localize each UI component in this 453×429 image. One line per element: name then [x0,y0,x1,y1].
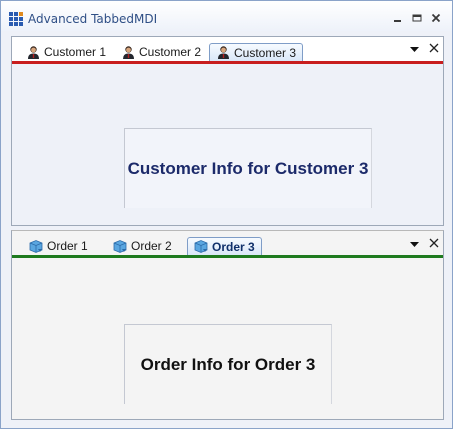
title-bar[interactable]: Advanced TabbedMDI [1,1,452,31]
tab-customer-1[interactable]: Customer 1 [26,43,106,61]
customer-icon [123,45,134,59]
tab-label: Order 1 [47,239,88,253]
order-icon [194,240,208,253]
app-window: Advanced TabbedMDI Customer 1 Customer 2… [0,0,453,429]
close-icon [429,238,439,248]
tab-order-2[interactable]: Order 2 [113,237,172,255]
customer-tabstrip: Customer 1 Customer 2 Customer 3 [12,37,443,64]
tab-order-1[interactable]: Order 1 [29,237,88,255]
order-tabstrip: Order 1 Order 2 Order 3 [12,231,443,258]
customer-icon [28,45,39,59]
tabstrip-accent-line [12,61,443,64]
close-tab-button[interactable] [428,42,440,54]
tab-label: Customer 3 [234,45,297,60]
close-button[interactable] [429,11,443,25]
tabstrip-accent-line [12,255,443,258]
tab-customer-3[interactable]: Customer 3 [209,43,304,61]
customer-pane: Customer 1 Customer 2 Customer 3 Custome… [11,36,444,226]
customer-icon [218,46,229,59]
tab-label: Customer 1 [44,45,107,59]
app-grid-icon [9,12,23,26]
minimize-button[interactable] [391,11,405,25]
maximize-icon [412,14,422,22]
tab-label: Order 3 [212,239,255,254]
tab-label: Customer 2 [139,45,202,59]
tab-list-dropdown[interactable] [408,44,420,56]
chevron-down-icon [409,242,419,247]
tab-customer-2[interactable]: Customer 2 [121,43,201,61]
close-tab-button[interactable] [428,237,440,249]
order-pane: Order 1 Order 2 Order 3 Order Info for O… [11,230,444,420]
maximize-button[interactable] [410,11,424,25]
order-icon [113,239,127,253]
window-title: Advanced TabbedMDI [28,12,158,26]
tab-label: Order 2 [131,239,172,253]
tab-order-3[interactable]: Order 3 [187,237,262,255]
close-icon [431,13,441,23]
tab-list-dropdown[interactable] [408,239,420,251]
close-icon [429,43,439,53]
order-icon [29,239,43,253]
customer-info-panel: Customer Info for Customer 3 [124,128,372,208]
minimize-icon [394,20,401,22]
order-info-panel: Order Info for Order 3 [124,324,332,404]
chevron-down-icon [409,47,419,52]
